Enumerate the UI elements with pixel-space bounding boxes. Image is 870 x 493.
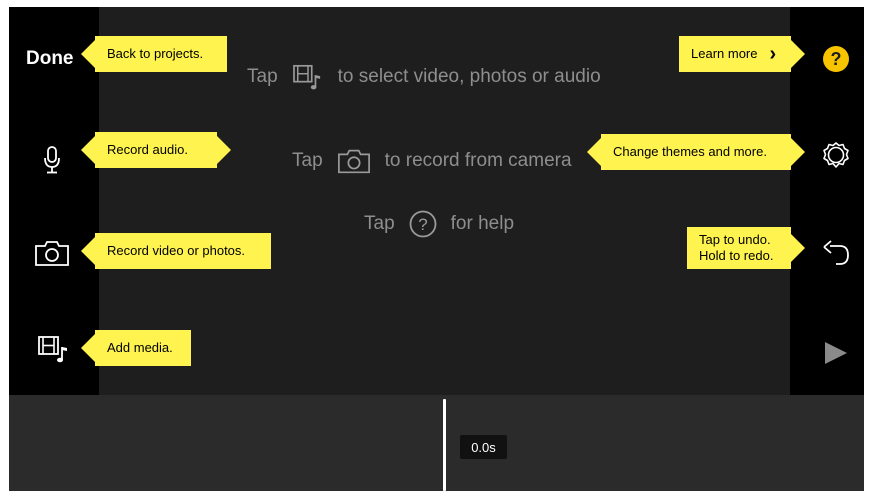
undo-button[interactable] — [819, 239, 853, 269]
camera-button[interactable] — [33, 237, 71, 269]
tooltip-text: Change themes and more. — [613, 144, 767, 159]
add-media-tooltip: Add media. — [81, 330, 191, 366]
hint-select-media: Tap to select video, photos or audio — [247, 63, 601, 91]
hint-tap-label: Tap — [247, 66, 278, 87]
tooltip-text: Back to projects. — [107, 46, 204, 61]
settings-button[interactable] — [820, 139, 852, 171]
hint-help: Tap ? for help — [364, 210, 514, 238]
hint-text: for help — [450, 213, 515, 234]
app-window: Done Back to projects. Record audio. Rec… — [9, 7, 864, 491]
gear-icon — [823, 142, 849, 168]
record-video-tooltip: Record video or photos. — [81, 233, 271, 269]
svg-text:?: ? — [831, 49, 842, 69]
add-media-button[interactable] — [36, 333, 72, 365]
film-music-icon — [292, 63, 324, 91]
hint-tap-label: Tap — [292, 150, 323, 171]
microphone-icon — [44, 146, 60, 174]
camera-icon — [337, 147, 371, 175]
change-themes-tooltip: Change themes and more. — [587, 134, 805, 170]
undo-tooltip: Tap to undo. Hold to redo. — [687, 227, 805, 269]
learn-more-tooltip: Learn more › — [679, 36, 805, 72]
record-audio-tooltip: Record audio. — [81, 132, 231, 168]
tooltip-text: Hold to redo. — [699, 248, 774, 263]
tooltip-text: Add media. — [107, 340, 173, 355]
play-button[interactable] — [821, 339, 851, 367]
back-to-projects-tooltip: Back to projects. — [81, 36, 227, 72]
time-readout: 0.0s — [460, 435, 507, 459]
question-icon: ? — [409, 210, 437, 238]
undo-icon — [823, 240, 849, 265]
tooltip-text: Record audio. — [107, 142, 188, 157]
camera-icon — [35, 241, 69, 266]
hint-tap-label: Tap — [364, 213, 395, 234]
svg-text:?: ? — [418, 215, 427, 234]
help-button[interactable]: ? — [821, 44, 851, 74]
timeline[interactable] — [9, 395, 864, 491]
hint-record-camera: Tap to record from camera — [292, 147, 572, 175]
record-audio-button[interactable] — [39, 143, 65, 177]
hint-text: to select video, photos or audio — [337, 66, 601, 87]
chevron-right-icon: › — [769, 43, 777, 65]
tooltip-text: Tap to undo. — [699, 232, 771, 247]
playhead[interactable] — [443, 399, 446, 491]
film-music-icon — [38, 336, 67, 363]
done-button[interactable]: Done — [26, 48, 74, 70]
tooltip-text: Learn more — [691, 46, 758, 61]
play-icon — [825, 342, 847, 364]
question-icon: ? — [823, 46, 849, 72]
tooltip-text: Record video or photos. — [107, 243, 246, 258]
hint-text: to record from camera — [384, 150, 572, 171]
